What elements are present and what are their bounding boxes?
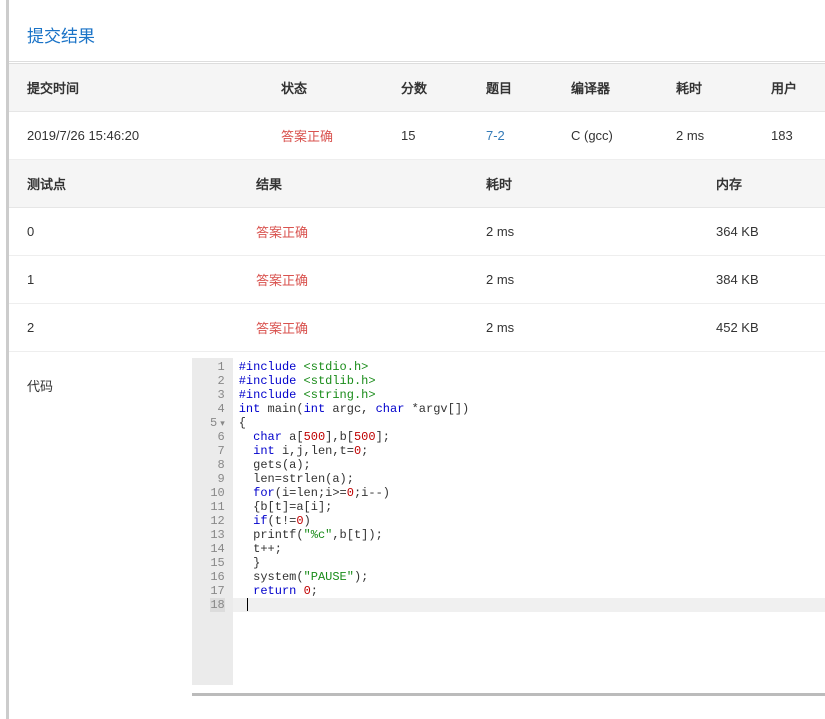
line-number: 6	[210, 430, 225, 444]
line-number: 9	[210, 472, 225, 486]
code-line[interactable]: #include <stdlib.h>	[239, 374, 819, 388]
code-line[interactable]: }	[239, 556, 819, 570]
code-line[interactable]: system("PAUSE");	[239, 570, 819, 584]
line-number: 5	[210, 416, 225, 430]
code-line[interactable]: char a[500],b[500];	[239, 430, 819, 444]
table-header-row: 提交时间 状态 分数 题目 编译器 耗时 用户	[9, 64, 825, 112]
line-number: 11	[210, 500, 225, 514]
code-line[interactable]: #include <stdio.h>	[239, 360, 819, 374]
cell-testpoint: 1	[9, 256, 244, 304]
cell-status: 答案正确	[269, 112, 389, 160]
line-number: 3	[210, 388, 225, 402]
line-number: 13	[210, 528, 225, 542]
code-line[interactable]: {	[239, 416, 819, 430]
line-number: 16	[210, 570, 225, 584]
code-gutter: 123456789101112131415161718	[192, 358, 233, 685]
cell-user: 183	[759, 112, 825, 160]
cell-elapsed: 2 ms	[474, 304, 704, 352]
testcase-table: 测试点 结果 耗时 内存 0答案正确2 ms364 KB1答案正确2 ms384…	[9, 160, 825, 352]
line-number: 4	[210, 402, 225, 416]
line-number: 12	[210, 514, 225, 528]
bottom-divider	[192, 693, 825, 699]
col-elapsed: 耗时	[664, 64, 759, 112]
cell-result: 答案正确	[244, 208, 474, 256]
col-memory: 内存	[704, 160, 825, 208]
table-header-row: 测试点 结果 耗时 内存	[9, 160, 825, 208]
col-elapsed: 耗时	[474, 160, 704, 208]
code-label: 代码	[27, 358, 192, 685]
col-status: 状态	[269, 64, 389, 112]
testcase-row: 2答案正确2 ms452 KB	[9, 304, 825, 352]
cell-time: 2019/7/26 15:46:20	[9, 112, 269, 160]
code-line[interactable]: #include <string.h>	[239, 388, 819, 402]
cell-elapsed: 2 ms	[474, 208, 704, 256]
col-testpoint: 测试点	[9, 160, 244, 208]
cell-testpoint: 2	[9, 304, 244, 352]
line-number: 10	[210, 486, 225, 500]
page-title: 提交结果	[9, 0, 825, 62]
code-line[interactable]: {b[t]=a[i];	[239, 500, 819, 514]
testcase-row: 0答案正确2 ms364 KB	[9, 208, 825, 256]
code-line[interactable]: return 0;	[239, 584, 819, 598]
code-line[interactable]: gets(a);	[239, 458, 819, 472]
code-line[interactable]: printf("%c",b[t]);	[239, 528, 819, 542]
cell-result: 答案正确	[244, 256, 474, 304]
cell-elapsed: 2 ms	[474, 256, 704, 304]
line-number: 7	[210, 444, 225, 458]
cell-result: 答案正确	[244, 304, 474, 352]
code-line[interactable]: if(t!=0)	[239, 514, 819, 528]
cell-problem[interactable]: 7-2	[474, 112, 559, 160]
testcase-row: 1答案正确2 ms384 KB	[9, 256, 825, 304]
code-line[interactable]: len=strlen(a);	[239, 472, 819, 486]
col-compiler: 编译器	[559, 64, 664, 112]
code-line[interactable]: int i,j,len,t=0;	[239, 444, 819, 458]
line-number: 8	[210, 458, 225, 472]
line-number: 15	[210, 556, 225, 570]
code-line[interactable]: int main(int argc, char *argv[])	[239, 402, 819, 416]
code-line[interactable]: for(i=len;i>=0;i--)	[239, 486, 819, 500]
cell-memory: 384 KB	[704, 256, 825, 304]
col-result: 结果	[244, 160, 474, 208]
line-number: 1	[210, 360, 225, 374]
cell-testpoint: 0	[9, 208, 244, 256]
submission-summary-table: 提交时间 状态 分数 题目 编译器 耗时 用户 2019/7/26 15:46:…	[9, 64, 825, 160]
line-number: 17	[210, 584, 225, 598]
cell-elapsed: 2 ms	[664, 112, 759, 160]
line-number: 14	[210, 542, 225, 556]
cell-memory: 452 KB	[704, 304, 825, 352]
col-user: 用户	[759, 64, 825, 112]
submission-row: 2019/7/26 15:46:20 答案正确 15 7-2 C (gcc) 2…	[9, 112, 825, 160]
code-content[interactable]: #include <stdio.h>#include <stdlib.h>#in…	[233, 358, 825, 685]
line-number: 2	[210, 374, 225, 388]
cell-memory: 364 KB	[704, 208, 825, 256]
col-time: 提交时间	[9, 64, 269, 112]
cell-score: 15	[389, 112, 474, 160]
code-editor[interactable]: 123456789101112131415161718 #include <st…	[192, 358, 825, 685]
line-number: 18	[210, 598, 225, 612]
code-line[interactable]: t++;	[239, 542, 819, 556]
cell-compiler: C (gcc)	[559, 112, 664, 160]
col-score: 分数	[389, 64, 474, 112]
col-problem: 题目	[474, 64, 559, 112]
